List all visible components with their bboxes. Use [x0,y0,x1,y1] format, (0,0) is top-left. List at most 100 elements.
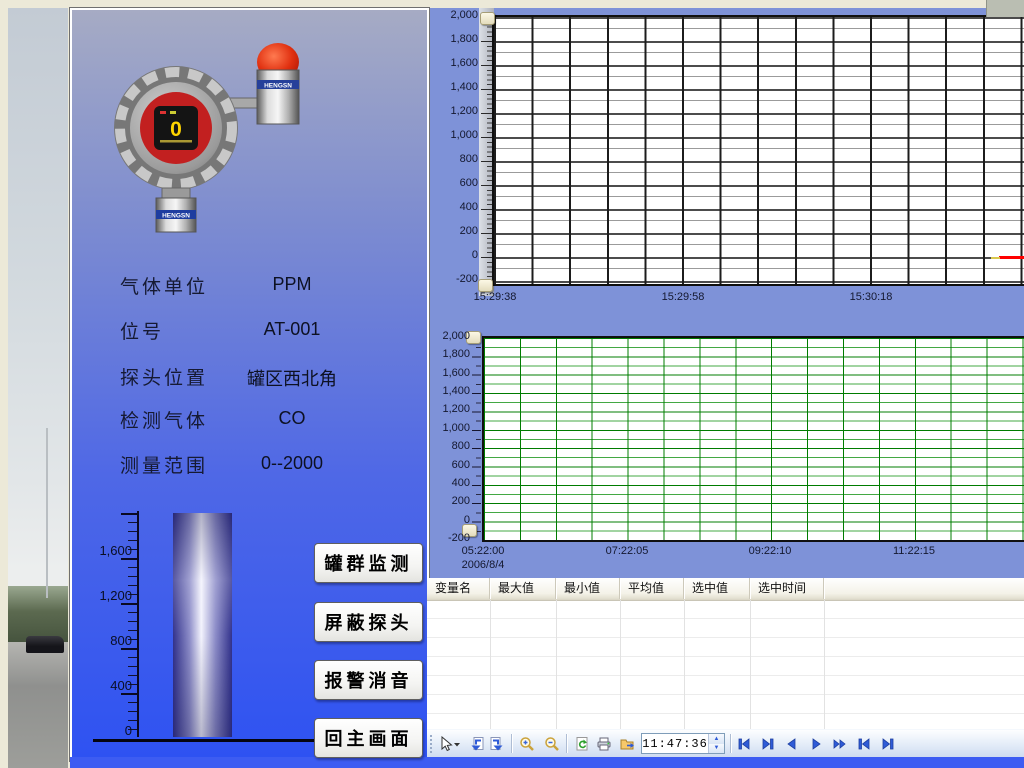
chart1-y-tick-label: 1,800 [428,33,478,45]
cursor-select-icon[interactable] [435,735,463,753]
photo-road [8,642,68,768]
table-header-cell[interactable]: 最大值 [490,578,556,599]
trend-toolbar: 11:47:36 ▲▼ [427,729,1024,757]
chart1-y-tick-label: 2,000 [428,9,478,21]
gauge-cylinder [173,513,232,737]
gauge-tick-label: 800 [72,633,132,648]
chart2-y-tick-label: 1,400 [420,385,470,397]
detector-display-value: 0 [170,118,182,141]
step-backward-icon[interactable] [782,735,802,753]
gauge-ruler-line [137,511,139,737]
info-label: 检测气体 [120,406,208,433]
go-first-icon[interactable] [854,735,874,753]
table-column-line [556,600,557,729]
export-icon[interactable] [617,735,637,753]
chart1-y-tick-label: 600 [428,177,478,189]
info-label: 气体单位 [120,272,208,299]
chart1-y-tick-label: 400 [428,201,478,213]
info-label: 位号 [120,317,164,344]
chart1-y-tick-label: 1,400 [428,81,478,93]
time-spinner[interactable]: 11:47:36 ▲▼ [641,733,725,754]
table-column-line [620,600,621,729]
background-photo [8,8,68,768]
chart1-y-tick-label: -200 [428,273,478,285]
tank-group-monitor-button[interactable]: 罐群监测 [314,543,423,583]
info-value: CO [227,408,357,429]
statistics-table-header: 变量名最大值最小值平均值选中值选中时间 [427,578,1024,601]
info-label: 测量范围 [120,451,208,478]
chart1-x-tick-label: 15:29:38 [455,291,535,303]
photo-pole [46,428,48,598]
chart2-x-tick-label: 05:22:00 [443,545,523,557]
table-header-cell[interactable]: 选中时间 [750,578,824,599]
chart2-y-tick-label: 0 [420,514,470,526]
chart2-y-tick-label: 2,000 [420,330,470,342]
chart1-y-tick-label: 200 [428,225,478,237]
trend-series-co [999,256,1024,259]
chart2-y-tick-label: 400 [420,477,470,489]
skip-to-end-icon[interactable] [758,735,778,753]
history-trend-plot[interactable] [482,336,1024,542]
gauge-tick-label: 1,200 [72,588,132,603]
toolbar-separator [730,734,731,753]
sensor-brand-label: HENGSN [162,213,190,220]
table-header-cell[interactable]: 平均值 [620,578,684,599]
alarm-body [257,70,299,124]
photo-car [26,636,64,653]
chart2-date-label: 2006/8/4 [443,559,523,571]
chart2-y-tick-label: 1,000 [420,422,470,434]
top-edge-strip [0,0,1024,8]
chart1-y-tick-label: 0 [428,249,478,261]
time-spin-buttons[interactable]: ▲▼ [708,734,724,753]
bottom-edge-strip [70,757,1024,768]
print-icon[interactable] [594,735,614,753]
chart2-y-tick-label: -200 [420,532,470,544]
time-value[interactable]: 11:47:36 [642,734,708,753]
fast-forward-icon[interactable] [830,735,850,753]
skip-to-start-icon[interactable] [734,735,754,753]
chart2-x-tick-label: 07:22:05 [587,545,667,557]
chart1-x-tick-label: 15:30:18 [831,291,911,303]
chart1-y-tick-label: 1,000 [428,129,478,141]
toolbar-grip[interactable] [429,734,433,753]
page-previous-icon[interactable] [467,735,487,753]
gauge-tick-label: 1,600 [72,543,132,558]
trend-series-co-tail [991,257,1000,259]
info-value: AT-001 [227,319,357,340]
table-header-cell[interactable]: 变量名 [427,578,490,599]
refresh-icon[interactable] [572,735,592,753]
page-next-icon[interactable] [487,735,507,753]
photo-trees [8,586,68,642]
alarm-mute-button[interactable]: 报警消音 [314,660,423,700]
step-forward-icon[interactable] [806,735,826,753]
gauge-tick-label: 400 [72,678,132,693]
go-last-icon[interactable] [878,735,898,753]
table-header-cell[interactable]: 选中值 [684,578,750,599]
chart1-y-tick-label: 1,200 [428,105,478,117]
chart2-y-tick-label: 1,200 [420,403,470,415]
mask-probe-button[interactable]: 屏蔽探头 [314,602,423,642]
chart2-x-tick-label: 09:22:10 [730,545,810,557]
zoom-out-icon[interactable] [542,735,562,753]
chart1-range-handle-top[interactable] [480,12,495,25]
chart2-y-tick-label: 800 [420,440,470,452]
table-column-line [824,600,825,729]
chart1-y-tick-label: 1,600 [428,57,478,69]
info-value: 0--2000 [227,453,357,474]
realtime-trend-plot[interactable] [492,15,1024,286]
gas-detector-image: HENGSN 0 HENGSN [100,32,306,234]
alarm-brand-label: HENGSN [264,83,292,90]
info-label: 探头位置 [120,363,208,390]
zoom-in-icon[interactable] [517,735,537,753]
return-main-screen-button[interactable]: 回主画面 [314,718,423,758]
table-column-line [684,600,685,729]
chart2-x-tick-label: 11:22:15 [874,545,954,557]
chart1-y-tick-label: 800 [428,153,478,165]
table-column-line [750,600,751,729]
scada-screen: HENGSN 0 HENGSN 变量名最大值最小值平均值选中值选中时间 [0,0,1024,768]
statistics-table-body[interactable] [427,600,1024,729]
chart2-y-tick-label: 200 [420,495,470,507]
chart2-y-tick-label: 1,800 [420,348,470,360]
table-header-cell[interactable]: 最小值 [556,578,620,599]
chart1-scroll-corner [986,0,1024,17]
